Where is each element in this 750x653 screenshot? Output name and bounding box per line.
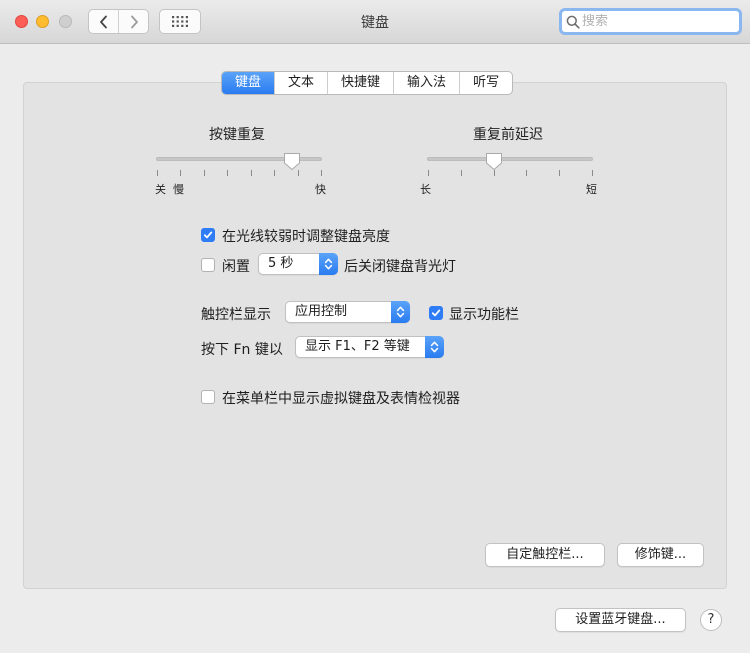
back-button[interactable] — [89, 10, 118, 33]
modifier-keys-button[interactable]: 修饰键... — [617, 543, 704, 567]
close-window-button[interactable] — [15, 15, 28, 28]
slider-tick — [321, 170, 322, 176]
show-viewer-label: 在菜单栏中显示虚拟键盘及表情检视器 — [222, 391, 460, 407]
idle-duration-popup[interactable]: 5 秒 — [258, 253, 338, 275]
delay-until-repeat-track[interactable] — [427, 157, 593, 161]
delay-until-repeat-slider-knob[interactable] — [485, 152, 503, 171]
search-field[interactable] — [559, 8, 742, 35]
slider-tick — [250, 170, 252, 176]
idle-suffix-label: 后关闭键盘背光灯 — [344, 259, 456, 275]
slider-tick — [274, 170, 276, 176]
slider-tick — [227, 170, 229, 176]
fn-key-value: 显示 F1、F2 等键 — [305, 339, 410, 354]
idle-duration-value: 5 秒 — [268, 256, 294, 271]
delay-long-label: 长 — [420, 183, 431, 196]
tab-bar: 键盘 文本 快捷键 输入法 听写 — [221, 71, 514, 95]
key-repeat-fast-label: 快 — [315, 183, 326, 196]
help-button[interactable]: ? — [700, 609, 722, 631]
chevron-right-icon — [130, 15, 138, 28]
updown-arrows-icon — [324, 258, 333, 270]
delay-until-repeat-label: 重复前延迟 — [473, 127, 543, 143]
fn-key-label: 按下 Fn 键以 — [201, 342, 283, 358]
slider-tick — [559, 170, 561, 176]
customize-touch-bar-button[interactable]: 自定触控栏... — [485, 543, 605, 567]
key-repeat-slider-knob[interactable] — [283, 152, 301, 171]
search-icon — [566, 15, 580, 29]
slider-tick — [428, 170, 429, 176]
slider-tick — [592, 170, 593, 176]
show-function-row-label: 显示功能栏 — [449, 307, 519, 323]
touch-bar-popup[interactable]: 应用控制 — [285, 301, 410, 323]
idle-backlight-checkbox[interactable] — [201, 258, 215, 272]
tab-keyboard[interactable]: 键盘 — [222, 72, 275, 94]
adjust-brightness-label: 在光线较弱时调整键盘亮度 — [222, 229, 390, 245]
updown-arrows-icon — [396, 306, 405, 318]
idle-prefix-label: 闲置 — [222, 259, 250, 275]
fn-key-popup[interactable]: 显示 F1、F2 等键 — [295, 336, 444, 358]
checkmark-icon — [203, 231, 213, 239]
zoom-window-button[interactable] — [59, 15, 72, 28]
show-all-button[interactable] — [159, 9, 201, 34]
touch-bar-label: 触控栏显示 — [201, 307, 271, 323]
updown-arrows-icon — [430, 341, 439, 353]
key-repeat-slow-label: 慢 — [173, 183, 184, 196]
key-repeat-label: 按键重复 — [209, 127, 265, 143]
key-repeat-off-label: 关 — [155, 183, 166, 196]
tab-text[interactable]: 文本 — [274, 72, 327, 94]
tab-shortcuts[interactable]: 快捷键 — [327, 72, 393, 94]
tab-input-sources[interactable]: 输入法 — [393, 72, 459, 94]
slider-tick — [203, 170, 205, 176]
grid-icon — [172, 16, 188, 27]
back-forward-control — [88, 9, 149, 34]
minimize-window-button[interactable] — [36, 15, 49, 28]
slider-tick — [460, 170, 462, 176]
show-function-row-checkbox[interactable] — [429, 306, 443, 320]
slider-tick — [526, 170, 528, 176]
slider-tick — [180, 170, 182, 176]
search-input[interactable] — [580, 14, 730, 29]
chevron-left-icon — [99, 15, 107, 28]
forward-button[interactable] — [118, 10, 148, 33]
show-viewer-checkbox[interactable] — [201, 390, 215, 404]
tab-dictation[interactable]: 听写 — [459, 72, 512, 94]
touch-bar-value: 应用控制 — [295, 304, 348, 319]
slider-tick — [157, 170, 158, 176]
checkmark-icon — [431, 309, 441, 317]
set-up-bluetooth-keyboard-button[interactable]: 设置蓝牙键盘... — [555, 608, 686, 632]
delay-short-label: 短 — [586, 183, 597, 196]
adjust-brightness-checkbox[interactable] — [201, 228, 215, 242]
title-bar: 键盘 — [0, 0, 750, 44]
